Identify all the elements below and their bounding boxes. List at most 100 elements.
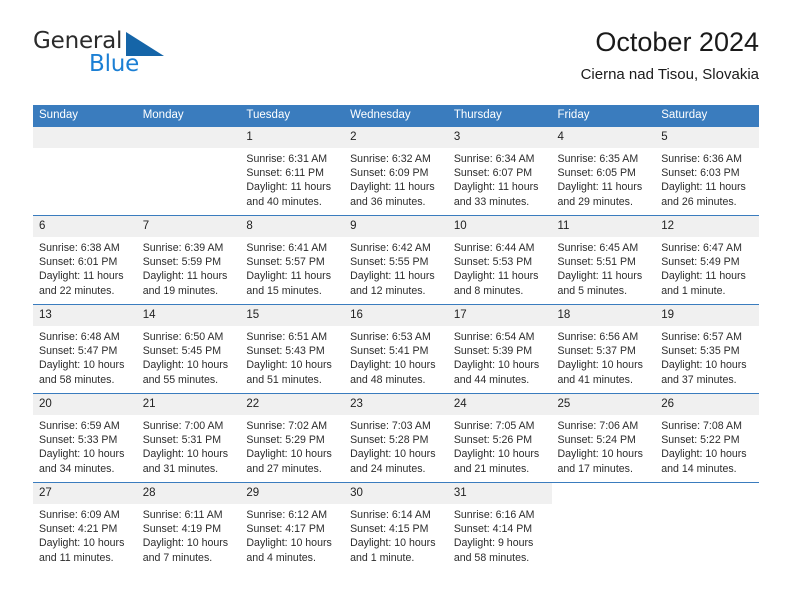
sunrise-text: Sunrise: 6:53 AM	[350, 331, 431, 343]
calendar-cell: 29 Sunrise: 6:12 AM Sunset: 4:17 PM Dayligh…	[240, 482, 345, 571]
day-number: 10	[447, 216, 552, 237]
sunset-text: Sunset: 5:35 PM	[661, 345, 740, 358]
sunrise-text: Sunrise: 6:54 AM	[453, 331, 535, 343]
calendar-week-row: 6 Sunrise: 6:38 AM Sunset: 6:01 PM Daylight…	[33, 215, 759, 305]
calendar-cell	[33, 127, 137, 216]
sunrise-text: Sunrise: 6:14 AM	[350, 509, 431, 521]
calendar-header-row: Sunday Monday Tuesday Wednesday Thursday…	[33, 105, 759, 127]
triangle-logo-icon	[126, 32, 166, 63]
calendar-page: General Blue October 2024 Cierna nad Tis…	[0, 0, 792, 612]
day-cell[interactable]: 1 Sunrise: 6:31 AM Sunset: 6:11 PM Daylight…	[240, 127, 345, 215]
calendar-cell: 4 Sunrise: 6:35 AM Sunset: 6:05 PM Daylight…	[551, 127, 656, 216]
sunset-text: Sunset: 5:43 PM	[246, 345, 325, 358]
day-number: 7	[136, 216, 241, 237]
sunset-text: Sunset: 5:22 PM	[661, 434, 740, 447]
day-details: Sunrise: 6:44 AM Sunset: 5:53 PM Daylight:…	[448, 237, 552, 298]
calendar-cell: 18 Sunrise: 6:56 AM Sunset: 5:37 PM Dayligh…	[551, 304, 656, 394]
day-cell[interactable]: 2 Sunrise: 6:32 AM Sunset: 6:09 PM Daylight…	[344, 127, 448, 215]
calendar-cell: 13 Sunrise: 6:48 AM Sunset: 5:47 PM Dayligh…	[33, 304, 137, 394]
daylight-text: Daylight: 11 hours and 8 minutes.	[453, 270, 539, 297]
day-cell[interactable]: 13 Sunrise: 6:48 AM Sunset: 5:47 PM Dayligh…	[33, 305, 137, 393]
day-cell[interactable]: 26 Sunrise: 7:08 AM Sunset: 5:22 PM Dayligh…	[655, 394, 759, 482]
day-details: Sunrise: 6:42 AM Sunset: 5:55 PM Daylight:…	[344, 237, 448, 298]
day-number: 1	[240, 127, 345, 148]
daylight-text: Daylight: 9 hours and 58 minutes.	[453, 537, 534, 564]
day-details: Sunrise: 6:56 AM Sunset: 5:37 PM Daylight:…	[552, 326, 656, 387]
day-cell[interactable]: 11 Sunrise: 6:45 AM Sunset: 5:51 PM Dayligh…	[551, 216, 656, 304]
sunrise-text: Sunrise: 6:31 AM	[246, 153, 328, 165]
day-number: 30	[344, 483, 448, 504]
calendar-body: 1 Sunrise: 6:31 AM Sunset: 6:11 PM Daylight…	[33, 127, 759, 571]
day-cell[interactable]: 29 Sunrise: 6:12 AM Sunset: 4:17 PM Dayligh…	[240, 483, 345, 571]
sunrise-text: Sunrise: 6:16 AM	[453, 509, 535, 521]
day-details: Sunrise: 6:54 AM Sunset: 5:39 PM Daylight:…	[448, 326, 552, 387]
general-blue-logo[interactable]: General Blue	[33, 28, 233, 84]
weekday-header-friday: Friday	[551, 105, 656, 127]
day-cell[interactable]: 10 Sunrise: 6:44 AM Sunset: 5:53 PM Dayligh…	[447, 216, 552, 304]
weekday-header-saturday: Saturday	[655, 105, 759, 127]
day-number: 21	[136, 394, 241, 415]
calendar-cell: 30 Sunrise: 6:14 AM Sunset: 4:15 PM Dayligh…	[344, 482, 448, 571]
daylight-text: Daylight: 10 hours and 14 minutes.	[661, 448, 747, 475]
calendar-cell: 16 Sunrise: 6:53 AM Sunset: 5:41 PM Dayligh…	[344, 304, 448, 394]
sunrise-text: Sunrise: 6:48 AM	[39, 331, 120, 343]
sunrise-text: Sunrise: 7:02 AM	[246, 420, 328, 432]
calendar-week-row: 20 Sunrise: 6:59 AM Sunset: 5:33 PM Dayligh…	[33, 393, 759, 483]
calendar-cell: 5 Sunrise: 6:36 AM Sunset: 6:03 PM Daylight…	[655, 127, 759, 216]
daylight-text: Daylight: 11 hours and 1 minute.	[661, 270, 746, 297]
day-cell[interactable]: 6 Sunrise: 6:38 AM Sunset: 6:01 PM Daylight…	[33, 216, 137, 304]
day-cell[interactable]: 17 Sunrise: 6:54 AM Sunset: 5:39 PM Dayligh…	[447, 305, 552, 393]
sunrise-text: Sunrise: 6:47 AM	[661, 242, 742, 254]
day-cell[interactable]: 20 Sunrise: 6:59 AM Sunset: 5:33 PM Dayligh…	[33, 394, 137, 482]
calendar-cell: 26 Sunrise: 7:08 AM Sunset: 5:22 PM Dayligh…	[655, 393, 759, 483]
day-details: Sunrise: 7:06 AM Sunset: 5:24 PM Daylight:…	[552, 415, 656, 476]
calendar-cell: 27 Sunrise: 6:09 AM Sunset: 4:21 PM Dayligh…	[33, 482, 137, 571]
day-cell[interactable]: 31 Sunrise: 6:16 AM Sunset: 4:14 PM Dayligh…	[447, 483, 552, 571]
day-number: 15	[240, 305, 345, 326]
sunset-text: Sunset: 5:33 PM	[39, 434, 118, 447]
calendar-cell: 14 Sunrise: 6:50 AM Sunset: 5:45 PM Dayligh…	[136, 304, 241, 394]
sunset-text: Sunset: 5:39 PM	[453, 345, 533, 358]
calendar-cell: 28 Sunrise: 6:11 AM Sunset: 4:19 PM Dayligh…	[136, 482, 241, 571]
day-cell-empty	[655, 483, 759, 571]
day-cell[interactable]: 18 Sunrise: 6:56 AM Sunset: 5:37 PM Dayligh…	[551, 305, 656, 393]
day-cell[interactable]: 24 Sunrise: 7:05 AM Sunset: 5:26 PM Dayligh…	[447, 394, 552, 482]
day-cell[interactable]: 3 Sunrise: 6:34 AM Sunset: 6:07 PM Daylight…	[447, 127, 552, 215]
title-block: October 2024 Cierna nad Tisou, Slovakia	[581, 26, 759, 86]
day-cell[interactable]: 21 Sunrise: 7:00 AM Sunset: 5:31 PM Dayligh…	[136, 394, 241, 482]
day-cell[interactable]: 23 Sunrise: 7:03 AM Sunset: 5:28 PM Dayligh…	[344, 394, 448, 482]
day-cell[interactable]: 15 Sunrise: 6:51 AM Sunset: 5:43 PM Dayligh…	[240, 305, 345, 393]
day-cell[interactable]: 22 Sunrise: 7:02 AM Sunset: 5:29 PM Dayligh…	[240, 394, 345, 482]
daylight-text: Daylight: 10 hours and 7 minutes.	[142, 537, 229, 564]
day-cell[interactable]: 30 Sunrise: 6:14 AM Sunset: 4:15 PM Dayligh…	[344, 483, 448, 571]
day-cell[interactable]: 27 Sunrise: 6:09 AM Sunset: 4:21 PM Dayligh…	[33, 483, 137, 571]
weekday-header-wednesday: Wednesday	[344, 105, 448, 127]
daylight-text: Daylight: 11 hours and 26 minutes.	[661, 181, 746, 208]
day-cell[interactable]: 7 Sunrise: 6:39 AM Sunset: 5:59 PM Daylight…	[136, 216, 241, 304]
calendar-cell: 2 Sunrise: 6:32 AM Sunset: 6:09 PM Daylight…	[344, 127, 448, 216]
day-cell[interactable]: 19 Sunrise: 6:57 AM Sunset: 5:35 PM Dayligh…	[655, 305, 759, 393]
day-details: Sunrise: 6:59 AM Sunset: 5:33 PM Daylight:…	[33, 415, 137, 476]
sunrise-text: Sunrise: 7:00 AM	[142, 420, 224, 432]
day-cell[interactable]: 5 Sunrise: 6:36 AM Sunset: 6:03 PM Daylight…	[655, 127, 759, 215]
daylight-text: Daylight: 11 hours and 5 minutes.	[557, 270, 643, 297]
calendar-cell: 6 Sunrise: 6:38 AM Sunset: 6:01 PM Daylight…	[33, 215, 137, 305]
day-number: 14	[136, 305, 241, 326]
day-details: Sunrise: 6:11 AM Sunset: 4:19 PM Daylight:…	[137, 504, 241, 565]
day-cell[interactable]: 12 Sunrise: 6:47 AM Sunset: 5:49 PM Dayligh…	[655, 216, 759, 304]
calendar-cell: 24 Sunrise: 7:05 AM Sunset: 5:26 PM Dayligh…	[447, 393, 552, 483]
day-cell[interactable]: 4 Sunrise: 6:35 AM Sunset: 6:05 PM Daylight…	[551, 127, 656, 215]
day-cell[interactable]: 9 Sunrise: 6:42 AM Sunset: 5:55 PM Daylight…	[344, 216, 448, 304]
day-details: Sunrise: 6:51 AM Sunset: 5:43 PM Daylight:…	[240, 326, 344, 387]
day-cell[interactable]: 28 Sunrise: 6:11 AM Sunset: 4:19 PM Dayligh…	[136, 483, 241, 571]
day-details: Sunrise: 6:47 AM Sunset: 5:49 PM Daylight:…	[655, 237, 759, 298]
day-details: Sunrise: 6:38 AM Sunset: 6:01 PM Daylight:…	[33, 237, 137, 298]
day-cell[interactable]: 16 Sunrise: 6:53 AM Sunset: 5:41 PM Dayligh…	[344, 305, 448, 393]
daylight-text: Daylight: 10 hours and 17 minutes.	[557, 448, 643, 475]
day-cell[interactable]: 8 Sunrise: 6:41 AM Sunset: 5:57 PM Daylight…	[240, 216, 345, 304]
day-cell[interactable]: 25 Sunrise: 7:06 AM Sunset: 5:24 PM Dayligh…	[551, 394, 656, 482]
day-cell[interactable]: 14 Sunrise: 6:50 AM Sunset: 5:45 PM Dayligh…	[136, 305, 241, 393]
sunset-text: Sunset: 6:05 PM	[557, 167, 636, 180]
day-number: 19	[655, 305, 759, 326]
sunset-text: Sunset: 4:17 PM	[246, 523, 325, 536]
